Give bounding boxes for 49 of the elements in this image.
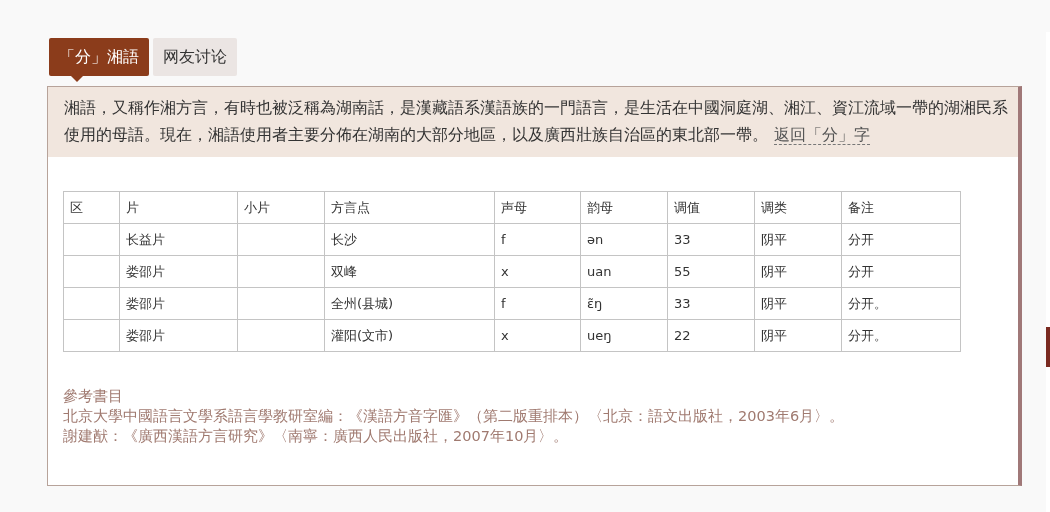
header-cell: 声母: [494, 191, 581, 224]
table-cell: x: [494, 319, 581, 352]
table-cell: 阴平: [754, 287, 842, 320]
header-cell: 调值: [667, 191, 755, 224]
table-cell: 55: [667, 255, 755, 288]
intro-paragraph: 湘語，又稱作湘方言，有時也被泛稱為湖南話，是漢藏語系漢語族的一門語言，是生活在中國洞庭湖、湘江、資江流域一帶的湖湘民系使用的母語。現在，湘語使用者主要分佈在湖南的大部分地區，以及廣西壯族自治區的東北部一帶。 返回「分」字: [48, 87, 1018, 157]
table-cell: 全州(县城): [324, 287, 495, 320]
table-cell: f: [494, 223, 581, 256]
table-cell: [63, 287, 120, 320]
reference-entry: 謝建猷：《廣西漢語方言研究》〈南寧：廣西人民出版社，2007年10月〉。: [63, 427, 570, 446]
table-cell: [63, 319, 120, 352]
table-cell: ən: [580, 223, 668, 256]
table-cell: uan: [580, 255, 668, 288]
table-cell: 阴平: [754, 319, 842, 352]
table-cell: 阴平: [754, 223, 842, 256]
table-cell: 阴平: [754, 255, 842, 288]
table-cell: 22: [667, 319, 755, 352]
table-cell: f: [494, 287, 581, 320]
header-cell: 备注: [841, 191, 961, 224]
table-cell: 长沙: [324, 223, 495, 256]
table-cell: 分开。: [841, 319, 961, 352]
scroll-marker: [1046, 327, 1050, 367]
table-cell: [63, 255, 120, 288]
table-cell: 33: [667, 223, 755, 256]
table-cell: 分开: [841, 223, 961, 256]
header-cell: 调类: [754, 191, 842, 224]
references-title: 參考書目: [63, 387, 124, 406]
tab[interactable]: 网友讨论: [153, 38, 237, 76]
tab[interactable]: 「分」湘語: [49, 38, 149, 76]
reference-entry: 北京大學中國語言文學系語言學教研室編：《漢語方音字匯》（第二版重排本）〈北京：語文出版社，2003年6月〉。: [63, 407, 846, 426]
table-cell: 灌阳(文市): [324, 319, 495, 352]
back-link[interactable]: 返回「分」字: [774, 126, 870, 145]
header-cell: 方言点: [324, 191, 495, 224]
header-cell: 小片: [237, 191, 325, 224]
table-cell: 分开。: [841, 287, 961, 320]
header-cell: 韵母: [580, 191, 668, 224]
table-cell: ueŋ: [580, 319, 668, 352]
table-cell: 娄邵片: [119, 319, 238, 352]
header-cell: 区: [63, 191, 120, 224]
table-cell: 33: [667, 287, 755, 320]
table-cell: [63, 223, 120, 256]
header-cell: 片: [119, 191, 238, 224]
table-cell: 长益片: [119, 223, 238, 256]
table-cell: x: [494, 255, 581, 288]
table-cell: 分开: [841, 255, 961, 288]
table-cell: 双峰: [324, 255, 495, 288]
table-cell: 娄邵片: [119, 255, 238, 288]
table-cell: 娄邵片: [119, 287, 238, 320]
table-cell: ɛ̃ŋ: [580, 287, 668, 320]
